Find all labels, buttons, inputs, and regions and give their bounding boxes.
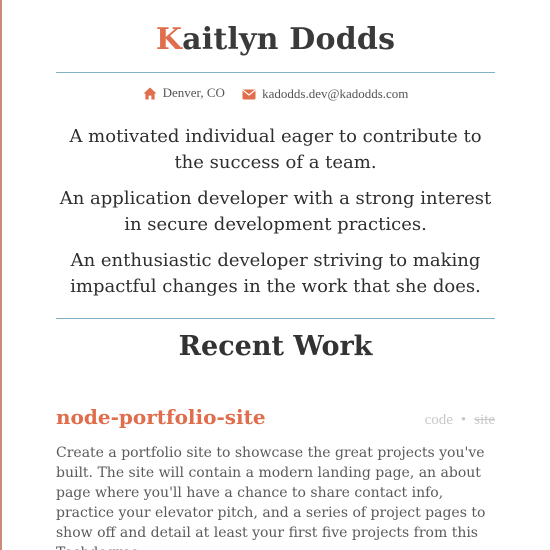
project-title-link[interactable]: node-portfolio-site	[56, 405, 266, 429]
divider	[56, 72, 495, 73]
divider	[56, 317, 495, 319]
envelope-icon	[242, 89, 256, 99]
project-description: Create a portfolio site to showcase the …	[56, 444, 486, 550]
bio-line-2: An application developer with a strong i…	[59, 187, 492, 235]
home-icon	[143, 87, 157, 99]
contact-info: Denver, CO kadodds.dev@kadodds.com	[56, 85, 495, 104]
left-border	[0, 0, 2, 550]
email-link[interactable]: kadodds.dev@kadodds.com	[262, 86, 408, 102]
name-rest: aitlyn Dodds	[182, 22, 396, 57]
link-separator: •	[460, 411, 467, 428]
bio-line-3: An enthusiastic developer striving to ma…	[70, 249, 481, 297]
project-card: node-portfolio-site code • site Create a p…	[56, 405, 495, 550]
location-item: Denver, CO	[143, 85, 225, 101]
project-header: node-portfolio-site code • site	[56, 405, 495, 429]
page-content: Kaitlyn Dodds Denver, CO kadodds.dev@kad…	[56, 0, 495, 550]
site-link[interactable]: site	[474, 412, 495, 428]
page-title: Kaitlyn Dodds	[56, 22, 495, 58]
email-item[interactable]: kadodds.dev@kadodds.com	[242, 86, 408, 102]
bio-line-1: A motivated individual eager to contribu…	[69, 125, 482, 173]
project-links: code • site	[425, 412, 495, 429]
section-title: Recent Work	[178, 330, 373, 362]
code-link[interactable]: code	[425, 412, 453, 428]
location-text: Denver, CO	[162, 85, 225, 100]
bio-section: A motivated individual eager to contribu…	[56, 124, 495, 300]
name-initial: K	[155, 22, 183, 57]
